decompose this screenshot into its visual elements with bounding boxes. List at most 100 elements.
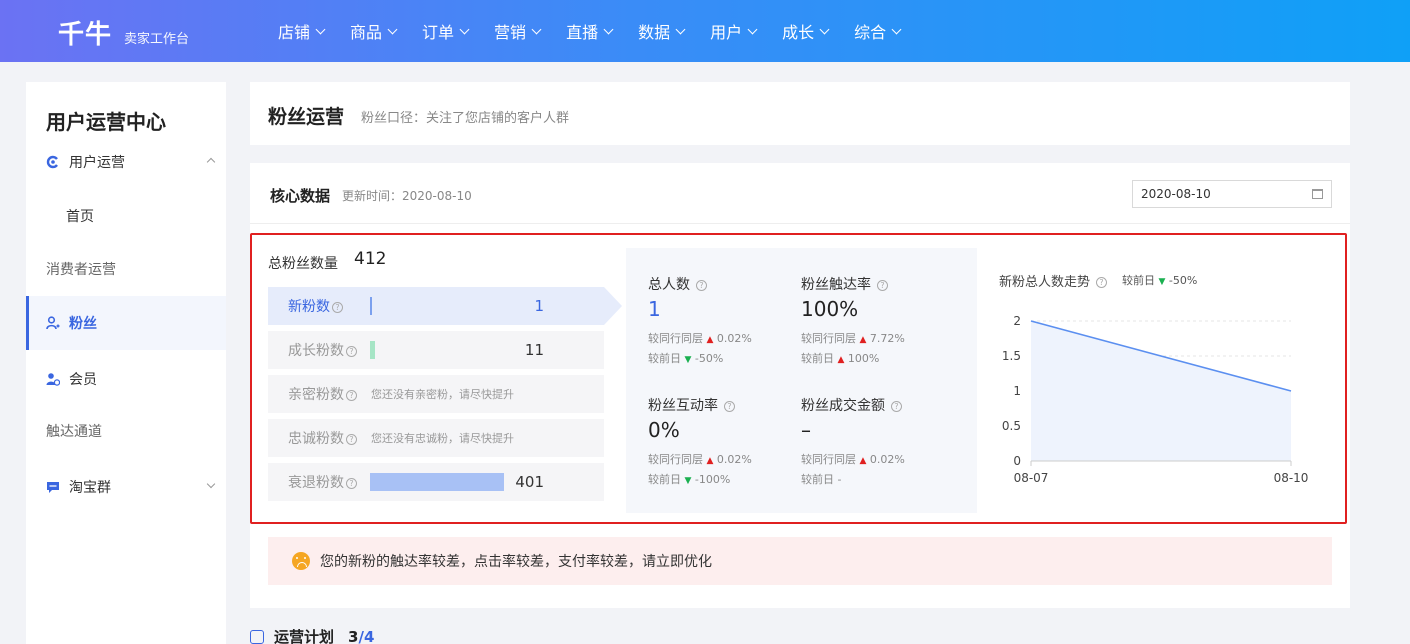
metric-label: 粉丝成交金额? xyxy=(801,395,902,415)
nav-item-users[interactable]: 用户 xyxy=(710,19,758,43)
chevron-down-icon xyxy=(315,24,326,34)
user-ops-icon xyxy=(46,155,58,169)
compare-value: 0.02% xyxy=(869,453,905,466)
y-tick-label: 1 xyxy=(1013,384,1021,398)
nav-item-growth[interactable]: 成长 xyxy=(782,19,830,43)
fan-row-loyal[interactable]: 忠诚粉数? 您还没有忠诚粉，请尽快提升 xyxy=(268,419,604,457)
total-fans-value: 412 xyxy=(354,249,387,269)
nav-label: 直播 xyxy=(566,23,599,42)
help-icon[interactable]: ? xyxy=(332,302,343,313)
fan-row-declining[interactable]: 衰退粉数? 401 xyxy=(268,463,604,501)
fan-row-label-text: 成长粉数 xyxy=(288,343,344,359)
metric-peer-compare: 较同行同层 ▲ 0.02% xyxy=(801,451,905,467)
nav-item-store[interactable]: 店铺 xyxy=(278,19,326,43)
fan-row-new[interactable]: 新粉数? 1 xyxy=(268,287,604,325)
sidebar-item-taobao-group[interactable]: 淘宝群 xyxy=(26,460,226,514)
top-navigation-bar: 千牛 卖家工作台 店铺 商品 订单 营销 直播 数据 用户 成长 综合 xyxy=(0,0,1410,62)
sidebar-item-label: 会员 xyxy=(69,372,97,388)
help-icon[interactable]: ? xyxy=(346,346,357,357)
chat-icon xyxy=(47,482,59,493)
x-tick-label: 08-07 xyxy=(1014,471,1049,485)
nav-item-marketing[interactable]: 营销 xyxy=(494,19,542,43)
chevron-down-icon[interactable] xyxy=(206,479,216,489)
down-arrow-icon: ▼ xyxy=(1158,277,1166,287)
nav-label: 订单 xyxy=(422,23,455,42)
help-icon[interactable]: ? xyxy=(724,401,735,412)
compare-label: 较前日 xyxy=(648,352,681,365)
compare-label: 较前日 xyxy=(1122,274,1155,287)
metric-prev-compare: 较前日 ▲ 100% xyxy=(801,350,879,366)
nav-item-live[interactable]: 直播 xyxy=(566,19,614,43)
nav-label: 数据 xyxy=(638,23,671,42)
fan-row-label-text: 新粉数 xyxy=(288,299,330,315)
sidebar-item-label: 淘宝群 xyxy=(69,480,111,496)
compare-value: 7.72% xyxy=(869,332,905,345)
sidebar-item-fans[interactable]: 粉丝 xyxy=(26,296,226,350)
metric-value: 0% xyxy=(648,418,680,442)
warning-alert: 您的新粉的触达率较差，点击率较差，支付率较差，请立即优化 xyxy=(268,537,1332,585)
sidebar-item-label: 首页 xyxy=(66,209,94,225)
compare-label: 较同行同层 xyxy=(801,332,856,345)
trend-title: 新粉总人数走势? xyxy=(999,271,1108,290)
sidebar: 用户运营中心 用户运营 首页 消费者运营 粉丝 会员 触达通道 淘宝群 xyxy=(26,82,226,644)
fan-row-label-text: 忠诚粉数 xyxy=(288,431,344,447)
down-arrow-icon: ▼ xyxy=(684,355,692,365)
plan-icon xyxy=(250,629,264,644)
brand[interactable]: 千牛 卖家工作台 xyxy=(58,14,189,51)
compare-label: 较同行同层 xyxy=(801,453,856,466)
plan-total: 4 xyxy=(363,627,375,644)
fan-row-growth[interactable]: 成长粉数? 11 xyxy=(268,331,604,369)
sidebar-item-label: 消费者运营 xyxy=(46,262,116,278)
help-icon[interactable]: ? xyxy=(891,401,902,412)
help-icon[interactable]: ? xyxy=(1096,277,1108,288)
divider xyxy=(250,223,1350,224)
sidebar-item-label: 粉丝 xyxy=(69,316,97,332)
date-picker[interactable]: 2020-08-10 xyxy=(1132,180,1332,208)
page-subtitle: 粉丝口径：关注了您店铺的客户人群 xyxy=(361,111,570,126)
fan-bar xyxy=(370,473,504,491)
trend-compare: 较前日 ▼ -50% xyxy=(1122,272,1197,288)
help-icon[interactable]: ? xyxy=(346,478,357,489)
compare-label: 较前日 xyxy=(648,473,681,486)
sad-face-icon xyxy=(292,552,310,570)
x-tick-label: 08-10 xyxy=(1274,471,1309,485)
metric-prev-compare: 较前日 ▼ -50% xyxy=(648,350,723,366)
nav-item-data[interactable]: 数据 xyxy=(638,19,686,43)
down-arrow-icon: ▼ xyxy=(684,476,692,486)
chevron-down-icon xyxy=(675,24,686,34)
sidebar-item-home[interactable]: 首页 xyxy=(26,189,226,243)
nav-item-products[interactable]: 商品 xyxy=(350,19,398,43)
core-data-title: 核心数据 xyxy=(270,187,331,205)
sidebar-item-members[interactable]: 会员 xyxy=(26,352,226,406)
help-icon[interactable]: ? xyxy=(346,390,357,401)
fan-row-label: 亲密粉数? xyxy=(288,384,358,404)
fan-row-intimate[interactable]: 亲密粉数? 您还没有亲密粉，请尽快提升 xyxy=(268,375,604,413)
plan-title: 运营计划 xyxy=(274,628,335,644)
nav-label: 综合 xyxy=(854,23,887,42)
fan-row-label: 新粉数? xyxy=(288,296,358,316)
metric-label-text: 粉丝互动率 xyxy=(648,398,718,414)
plan-done: 3 xyxy=(348,627,359,644)
ops-plan-header: 运营计划 3/4 xyxy=(250,626,374,644)
chevron-down-icon xyxy=(387,24,398,34)
up-arrow-icon: ▲ xyxy=(837,355,845,365)
chevron-up-icon[interactable] xyxy=(206,157,216,167)
brand-subtitle: 卖家工作台 xyxy=(124,32,190,47)
nav-item-general[interactable]: 综合 xyxy=(854,19,902,43)
alert-text: 您的新粉的触达率较差，点击率较差，支付率较差，请立即优化 xyxy=(320,554,712,570)
compare-value: 0.02% xyxy=(716,453,752,466)
compare-value: -100% xyxy=(694,473,731,486)
sidebar-item-user-ops[interactable]: 用户运营 xyxy=(26,135,226,189)
up-arrow-icon: ▲ xyxy=(859,456,867,466)
metric-label-text: 总人数 xyxy=(648,277,690,293)
compare-label: 较同行同层 xyxy=(648,453,703,466)
help-icon[interactable]: ? xyxy=(877,280,888,291)
fan-bar xyxy=(370,297,372,315)
help-icon[interactable]: ? xyxy=(346,434,357,445)
nav-item-orders[interactable]: 订单 xyxy=(422,19,470,43)
fan-row-value: 1 xyxy=(534,297,544,315)
fan-row-label-text: 亲密粉数 xyxy=(288,387,344,403)
help-icon[interactable]: ? xyxy=(696,280,707,291)
metric-label: 粉丝触达率? xyxy=(801,274,888,294)
chevron-down-icon xyxy=(747,24,758,34)
